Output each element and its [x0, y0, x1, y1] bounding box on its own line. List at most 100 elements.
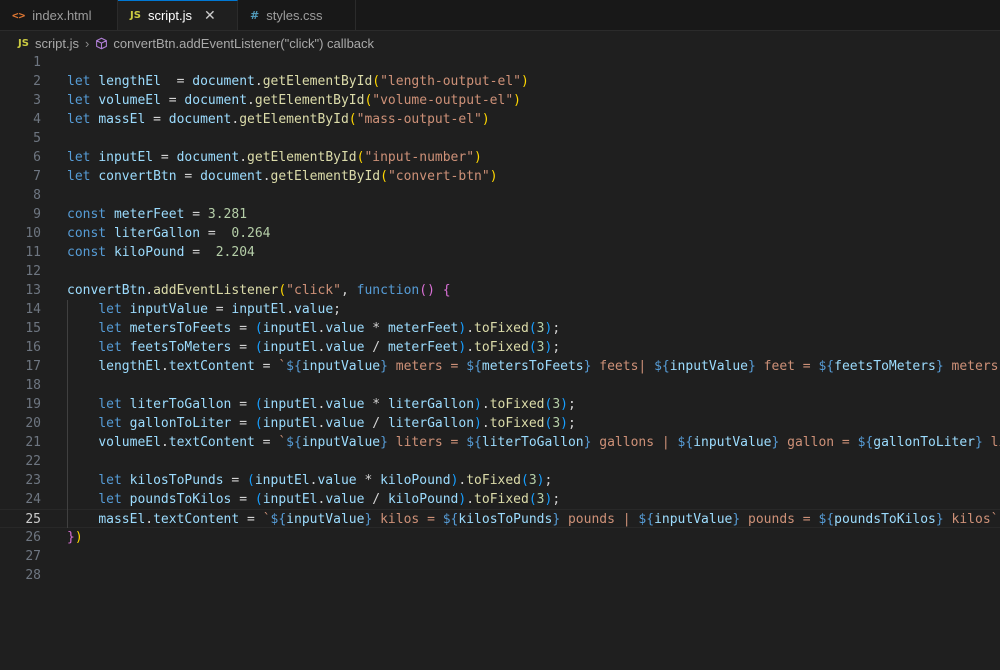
code-token: addEventListener [153, 283, 279, 298]
code-line[interactable]: 13 convertBtn.addEventListener("click", f… [0, 281, 1000, 300]
code-line[interactable]: 18 [0, 376, 1000, 395]
code-line[interactable]: 3 let volumeEl = document.getElementById(… [0, 91, 1000, 110]
code-token: literGallon [387, 416, 475, 431]
code-line[interactable]: 9 const meterFeet = 3.281 [0, 205, 1000, 224]
code-token: let [98, 473, 130, 488]
code-token: , [340, 283, 357, 298]
line-number: 21 [25, 435, 41, 450]
code-token: let [98, 397, 130, 412]
code-token: . [145, 512, 154, 527]
line-number: 16 [25, 340, 41, 355]
code-token: = [184, 207, 208, 222]
code-token: } [748, 359, 756, 374]
code-token: ( [528, 321, 537, 336]
code-token: ; [552, 492, 561, 507]
code-line[interactable]: 12 [0, 262, 1000, 281]
code-line[interactable]: 8 [0, 186, 1000, 205]
code-token: let [98, 340, 130, 355]
code-token: lengthEl [98, 359, 161, 374]
code-token: = [184, 245, 216, 260]
code-line[interactable]: 19 let literToGallon = (inputEl. value * … [0, 395, 1000, 414]
code-line[interactable]: 26}) [0, 528, 1000, 547]
code-token: . [145, 283, 154, 298]
code-token: document [184, 93, 248, 108]
code-token: } [380, 435, 388, 450]
tab-styles-css[interactable]: # styles.css [238, 0, 356, 30]
code-token: let [67, 74, 99, 89]
code-line[interactable]: 25 massEl.textContent = `${inputValue} k… [0, 509, 1000, 528]
code-line[interactable]: 6 let inputEl = document.getElementById("… [0, 148, 1000, 167]
code-line[interactable]: 11 const kiloPound = 2.204 [0, 243, 1000, 262]
tab-label: script.js [147, 8, 192, 23]
breadcrumb-file[interactable]: script.js [35, 36, 79, 51]
code-token: meterFeet [113, 207, 185, 222]
code-line[interactable]: 16 let feetsToMeters = (inputEl.value / … [0, 338, 1000, 357]
code-line[interactable]: 15 let metersToFeets = (inputEl.value * … [0, 319, 1000, 338]
code-token: getElementById [254, 93, 365, 108]
line-number: 14 [25, 302, 41, 317]
code-token: () [419, 283, 435, 298]
code-token: ( [348, 112, 357, 127]
code-token: = [223, 473, 248, 488]
code-token: } [380, 359, 388, 374]
tab-label: index.html [32, 7, 92, 23]
code-token: ( [521, 473, 529, 488]
code-text: let lengthEl = document.getElementById("… [67, 72, 529, 91]
code-line[interactable]: 22 [0, 452, 1000, 471]
code-token: } [975, 435, 983, 450]
breadcrumb-symbol[interactable]: convertBtn.addEventListener("click") cal… [113, 36, 374, 51]
code-token: metersToFeets [129, 321, 232, 336]
code-token: * [364, 397, 388, 412]
code-line[interactable]: 7 let convertBtn = document.getElementByI… [0, 167, 1000, 186]
code-text: let kilosToPunds = (inputEl.value * kilo… [67, 471, 552, 490]
code-token: feets| [591, 359, 655, 374]
line-number: 3 [33, 93, 41, 108]
html-file-icon: <> [12, 8, 26, 22]
code-token: function [356, 283, 420, 298]
code-token: ${ [442, 512, 459, 527]
code-token: inputValue [693, 435, 772, 450]
code-token: document [168, 112, 232, 127]
code-token: . [481, 416, 490, 431]
code-token: 3 [552, 397, 561, 412]
code-token: ${ [466, 435, 482, 450]
code-token: let [98, 492, 130, 507]
code-line[interactable]: 1 [0, 53, 1000, 72]
code-line[interactable]: 2 let lengthEl = document.getElementById(… [0, 72, 1000, 91]
tab-script-js[interactable]: JS script.js ✕ [118, 0, 238, 30]
code-line[interactable]: 21 volumeEl.textContent = `${inputValue}… [0, 433, 1000, 452]
code-token: toFixed [489, 416, 545, 431]
line-number: 18 [25, 378, 41, 393]
code-token: value [325, 492, 365, 507]
tab-index-html[interactable]: <> index.html [0, 0, 118, 30]
code-line[interactable]: 5 [0, 129, 1000, 148]
code-token: volumeEl [98, 93, 161, 108]
code-line[interactable]: 4 let massEl = document.getElementById("m… [0, 110, 1000, 129]
line-number: 25 [25, 512, 41, 527]
code-token: "volume-output-el" [372, 93, 514, 108]
code-token: = [231, 340, 255, 355]
code-line[interactable]: 23 let kilosToPunds = (inputEl.value * k… [0, 471, 1000, 490]
code-line[interactable]: 14 let inputValue = inputEl.value; [0, 300, 1000, 319]
code-token: const [67, 207, 114, 222]
code-token: value [325, 321, 365, 336]
line-number: 11 [25, 245, 41, 260]
code-line[interactable]: 27 [0, 547, 1000, 566]
code-token: textContent [168, 359, 255, 374]
code-line[interactable]: 24 let poundsToKilos = (inputEl.value / … [0, 490, 1000, 509]
code-token: = [254, 359, 279, 374]
line-number: 2 [33, 74, 41, 89]
close-icon[interactable]: ✕ [204, 7, 216, 24]
code-line[interactable]: 10 const literGallon = 0.264 [0, 224, 1000, 243]
code-token: meterFeet [387, 321, 459, 336]
code-token: . [466, 321, 475, 336]
code-token: ) [521, 74, 529, 89]
code-line[interactable]: 28 [0, 566, 1000, 585]
code-token: toFixed [474, 321, 529, 336]
code-token: inputEl [262, 340, 318, 355]
code-line[interactable]: 17 lengthEl.textContent = `${inputValue}… [0, 357, 1000, 376]
code-editor[interactable]: 1 2 let lengthEl = document.getElementById… [0, 53, 1000, 670]
code-token: value [325, 397, 365, 412]
code-line[interactable]: 20 let gallonToLiter = (inputEl. value / … [0, 414, 1000, 433]
